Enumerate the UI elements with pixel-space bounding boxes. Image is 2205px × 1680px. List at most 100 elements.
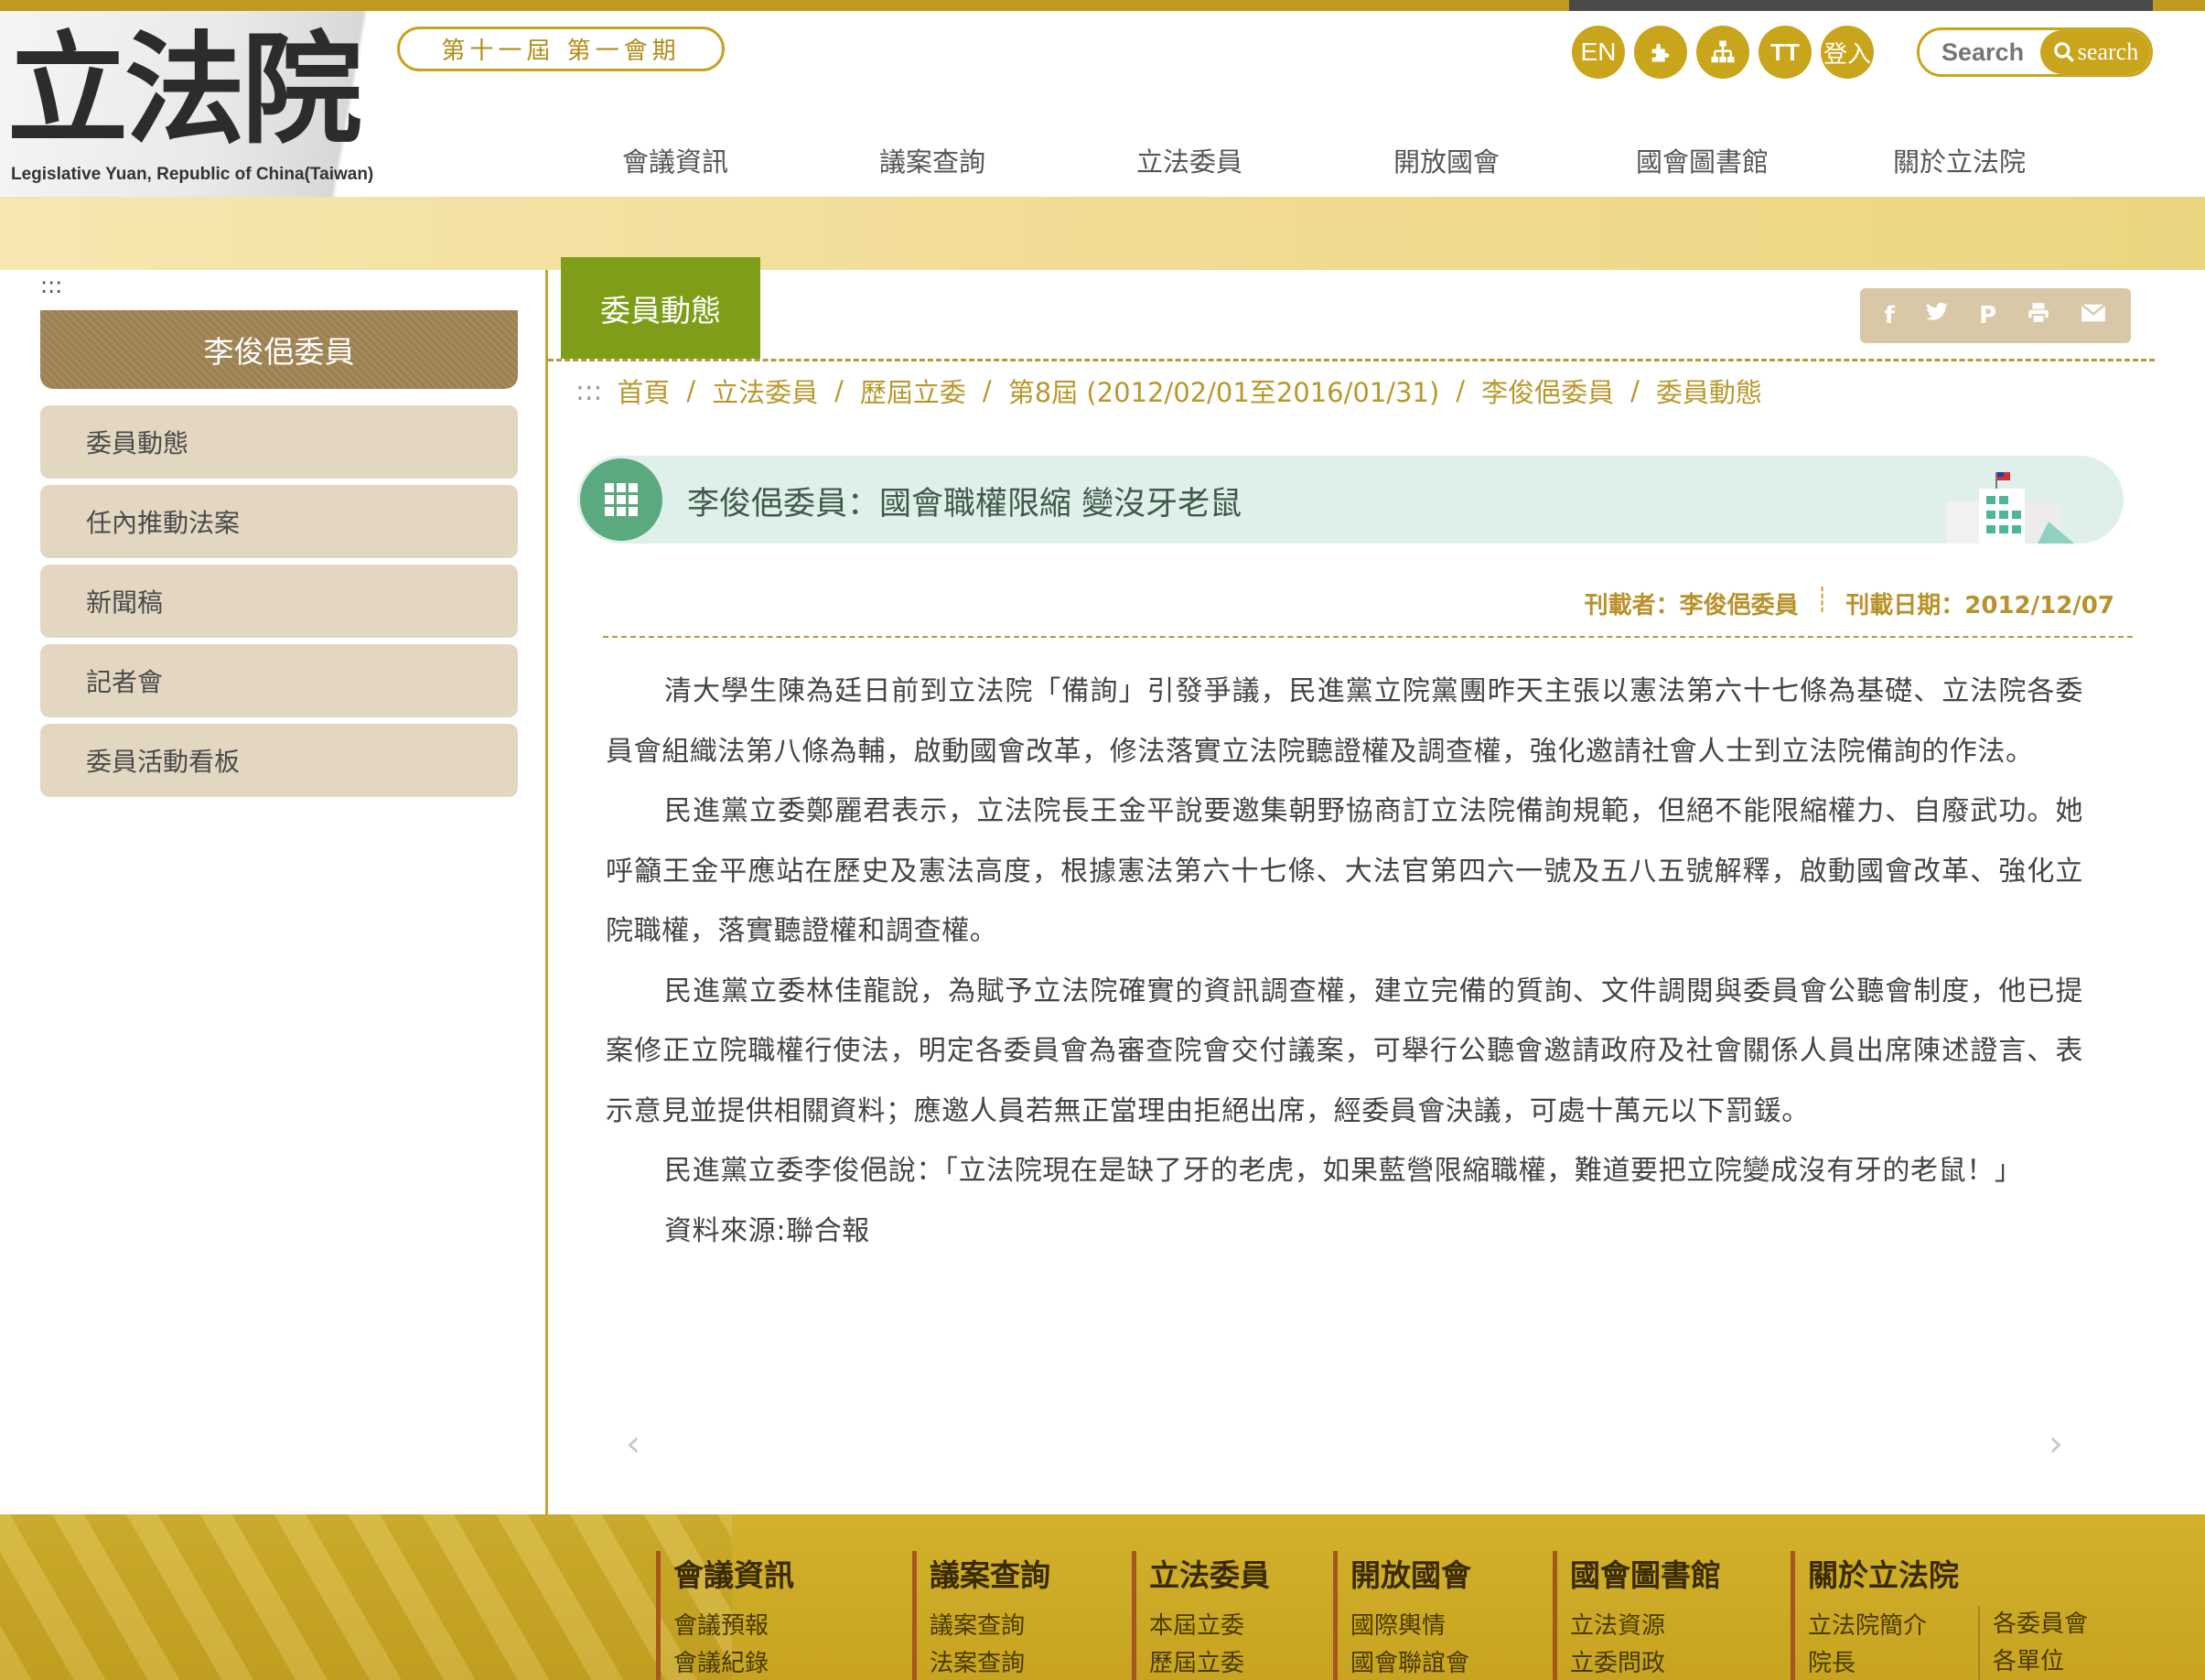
article-paragraph: 清大學生陳為廷日前到立法院「備詢」引發爭議，民進黨立院黨團昨天主張以憲法第六十七…: [606, 675, 2083, 768]
logo-calligraphy: 立法院: [7, 19, 362, 161]
nav-meeting-info[interactable]: 會議資訊: [622, 141, 728, 179]
footer-column-bills: 議案查詢 議案查詢 法案查詢: [912, 1551, 1050, 1680]
breadcrumb-marker[interactable]: :::: [575, 375, 602, 406]
puzzle-icon: [1651, 43, 1670, 62]
facebook-icon[interactable]: f: [1885, 302, 1895, 329]
footer-link[interactable]: 國會聯誼會: [1350, 1645, 1471, 1680]
print-icon[interactable]: [2027, 302, 2050, 330]
article-paragraph: 民進黨立委李俊俋說：「立法院現在是缺了牙的老虎，如果藍營限縮職權，難道要把立院變…: [664, 1155, 2023, 1187]
email-icon[interactable]: [2081, 302, 2107, 329]
breadcrumb-separator: /: [1456, 375, 1466, 406]
sidebar-title[interactable]: 李俊俋委員: [40, 310, 518, 389]
article-source: 資料來源:聯合報: [664, 1214, 870, 1247]
footer-link[interactable]: 法案查詢: [930, 1645, 1050, 1680]
section-tab: 委員動態: [561, 257, 760, 359]
meta-separator: ┊: [1814, 587, 1830, 614]
breadcrumb-home[interactable]: 首頁: [617, 372, 670, 410]
site-logo[interactable]: 立法院 Legislative Yuan, Republic of China(…: [0, 11, 395, 197]
sidebar: ::: 李俊俋委員 委員動態 任內推動法案 新聞稿 記者會 委員活動看板: [13, 270, 543, 1514]
article-paragraph: 民進黨立委林佳龍說，為賦予立法院確實的資訊調查權，建立完備的質詢、文件調閱與委員…: [606, 975, 2083, 1127]
article-paragraph: 民進黨立委鄭麗君表示，立法院長王金平說要邀集朝野協商訂立法院備詢規範，但絕不能限…: [606, 795, 2083, 947]
footer-link[interactable]: 各單位: [1993, 1643, 2088, 1680]
top-accent-dark: [1569, 0, 2153, 11]
breadcrumb-current[interactable]: 委員動態: [1656, 372, 1762, 410]
article-body: 清大學生陳為廷日前到立法院「備詢」引發爭議，民進黨立院黨團昨天主張以憲法第六十七…: [606, 662, 2083, 1261]
share-bar: f P: [1860, 288, 2131, 343]
logo-subtitle: Legislative Yuan, Republic of China(Taiw…: [11, 165, 374, 184]
footer-column-library: 國會圖書館 立法資源 立委問政: [1553, 1551, 1721, 1680]
footer-link[interactable]: 國際輿情: [1350, 1608, 1471, 1645]
breadcrumb-term[interactable]: 第8屆 (2012/02/01至2016/01/31): [1008, 372, 1440, 410]
sidebar-item-press-conference[interactable]: 記者會: [40, 644, 518, 717]
login-button[interactable]: 登入: [1821, 26, 1874, 79]
article-title-bar: 李俊俋委員：國會職權限縮 變沒牙老鼠: [577, 456, 2124, 544]
breadcrumb-past-legislators[interactable]: 歷屆立委: [860, 372, 966, 410]
nav-open-parliament[interactable]: 開放國會: [1393, 141, 1500, 179]
footer-link[interactable]: 會議紀錄: [673, 1645, 794, 1680]
footer-link[interactable]: 各委員會: [1993, 1606, 2088, 1643]
nav-legislators[interactable]: 立法委員: [1136, 141, 1242, 179]
building-icon: [1946, 472, 2074, 544]
twitter-icon[interactable]: [1925, 302, 1949, 330]
article-date: 刊載日期：2012/12/07: [1845, 592, 2114, 619]
session-badge: 第十一屆 第一會期: [397, 27, 725, 71]
footer-heading[interactable]: 國會圖書館: [1570, 1551, 1721, 1595]
nav-bill-query[interactable]: 議案查詢: [879, 141, 985, 179]
footer-column-open-parliament: 開放國會 國際輿情 國會聯誼會: [1333, 1551, 1471, 1680]
prev-article-arrow[interactable]: ‹: [626, 1423, 640, 1465]
footer-heading[interactable]: 議案查詢: [930, 1551, 1050, 1595]
article-meta: 刊載者：李俊俋委員 ┊ 刊載日期：2012/12/07: [603, 572, 2133, 638]
footer-heading[interactable]: 開放國會: [1350, 1551, 1471, 1595]
nav-library[interactable]: 國會圖書館: [1636, 141, 1769, 179]
footer-link[interactable]: 立委問政: [1570, 1645, 1721, 1680]
footer-sub-column: 各委員會 各單位: [1978, 1606, 2088, 1680]
search-box: search: [1917, 27, 2153, 77]
article-author: 刊載者：李俊俋委員: [1584, 592, 1799, 619]
sitemap-button[interactable]: [1696, 26, 1749, 79]
page-title: 李俊俋委員：國會職權限縮 變沒牙老鼠: [687, 486, 1242, 522]
footer-column-about: 關於立法院 立法院簡介 院長 各委員會 各單位: [1791, 1551, 2092, 1680]
footer-heading[interactable]: 立法委員: [1149, 1551, 1270, 1595]
plurk-icon[interactable]: P: [1979, 302, 1996, 329]
breadcrumb-separator: /: [686, 375, 696, 406]
footer-link[interactable]: 會議預報: [673, 1608, 794, 1645]
english-button[interactable]: EN: [1572, 26, 1625, 79]
breadcrumb-separator: /: [982, 375, 992, 406]
font-size-button[interactable]: TT: [1759, 26, 1812, 79]
breadcrumb-separator: /: [1630, 375, 1640, 406]
search-input[interactable]: [1920, 30, 2048, 74]
grid-icon: [580, 458, 662, 541]
next-article-arrow[interactable]: ›: [2049, 1423, 2063, 1465]
search-button[interactable]: search: [2040, 30, 2150, 74]
skip-marker[interactable]: :::: [40, 273, 62, 298]
footer-heading[interactable]: 關於立法院: [1808, 1551, 2092, 1595]
breadcrumb-separator: /: [834, 375, 844, 406]
header-divider: [548, 359, 2155, 361]
breadcrumb-legislator[interactable]: 李俊俋委員: [1481, 372, 1614, 410]
footer-column-legislators: 立法委員 本屆立委 歷屆立委: [1132, 1551, 1270, 1680]
accessibility-button[interactable]: [1634, 26, 1687, 79]
breadcrumb-legislators[interactable]: 立法委員: [712, 372, 818, 410]
footer-link[interactable]: 立法資源: [1570, 1608, 1721, 1645]
sidebar-item-activity-board[interactable]: 委員活動看板: [40, 724, 518, 797]
footer-link[interactable]: 歷屆立委: [1149, 1645, 1270, 1680]
main-nav: 會議資訊 議案查詢 立法委員 開放國會 國會圖書館 關於立法院: [567, 141, 2159, 187]
top-accent-bar: [0, 0, 2205, 11]
sidebar-item-bills[interactable]: 任內推動法案: [40, 485, 518, 558]
sidebar-item-news[interactable]: 委員動態: [40, 405, 518, 479]
nav-about[interactable]: 關於立法院: [1893, 141, 2026, 179]
search-button-label: search: [2077, 38, 2139, 65]
main-content: 委員動態 f P ::: 首頁 / 立法委員 / 歷屆立委 / 第8屆 (201…: [548, 257, 2155, 1514]
search-icon: [2053, 42, 2074, 62]
footer-column-meeting: 會議資訊 會議預報 會議紀錄: [656, 1551, 794, 1680]
breadcrumb: ::: 首頁 / 立法委員 / 歷屆立委 / 第8屆 (2012/02/01至2…: [575, 372, 1762, 409]
sidebar-item-press-release[interactable]: 新聞稿: [40, 565, 518, 638]
footer-link[interactable]: 議案查詢: [930, 1608, 1050, 1645]
decorative-band: [0, 197, 2205, 270]
sitemap-icon: [1711, 40, 1735, 63]
footer-link[interactable]: 本屆立委: [1149, 1608, 1270, 1645]
footer-texture: [0, 1514, 732, 1680]
footer-heading[interactable]: 會議資訊: [673, 1551, 794, 1595]
site-footer: 會議資訊 會議預報 會議紀錄 議案查詢 議案查詢 法案查詢 立法委員 本屆立委 …: [0, 1514, 2205, 1680]
site-header: 立法院 Legislative Yuan, Republic of China(…: [0, 11, 2205, 197]
